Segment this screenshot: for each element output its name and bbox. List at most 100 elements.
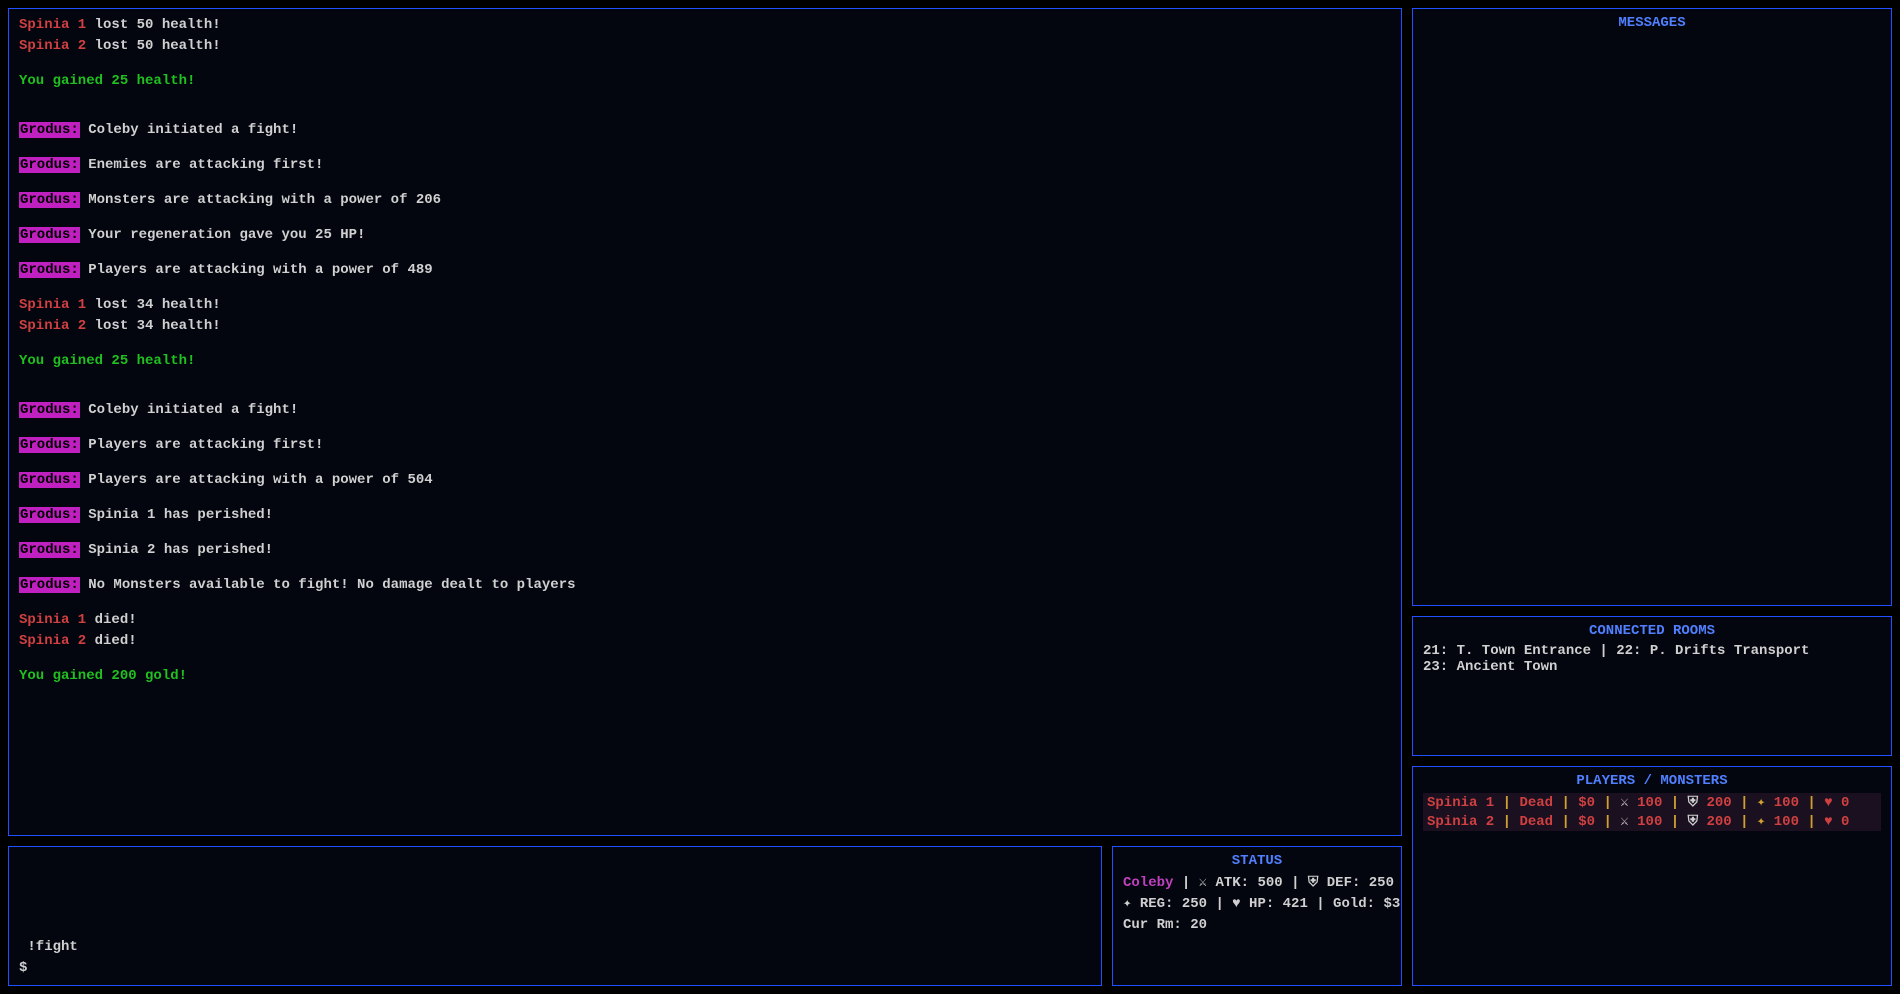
grodus-label: Grodus: xyxy=(19,542,80,558)
log-line: You gained 25 health! xyxy=(19,351,1391,372)
monster-name: Spinia 1 xyxy=(19,612,86,628)
reg-icon: ✦ xyxy=(1757,814,1774,830)
log-spacer xyxy=(19,281,1391,295)
messages-panel[interactable]: MESSAGES xyxy=(1412,8,1892,606)
status-line-3: Cur Rm: 20 xyxy=(1123,915,1391,936)
sep: | xyxy=(1595,814,1620,830)
monster-row: Spinia 2 | Dead | $0 | ⚔ 100 | ⛨ 200 | ✦… xyxy=(1423,812,1881,831)
rooms-line-2: 23: Ancient Town xyxy=(1423,659,1881,675)
def-icon: ⛨ xyxy=(1688,795,1707,811)
log-text: Spinia 1 has perished! xyxy=(80,507,273,523)
log-line: Spinia 1 lost 34 health! xyxy=(19,295,1391,316)
sep: | xyxy=(1799,814,1824,830)
grodus-label: Grodus: xyxy=(19,507,80,523)
monster-name: Spinia 1 xyxy=(19,297,86,313)
log-line: Grodus: Enemies are attacking first! xyxy=(19,155,1391,176)
sep: | xyxy=(1732,795,1757,811)
log-text: Players are attacking with a power of 50… xyxy=(80,472,433,488)
log-line: Grodus: Your regeneration gave you 25 HP… xyxy=(19,225,1391,246)
monster-name: Spinia 1 xyxy=(19,17,86,33)
log-line: Grodus: Players are attacking with a pow… xyxy=(19,470,1391,491)
monster-name: Spinia 2 xyxy=(19,633,86,649)
status-line-2: ✦ REG: 250 | ♥ HP: 421 | Gold: $300 xyxy=(1123,894,1391,915)
grodus-label: Grodus: xyxy=(19,437,80,453)
log-spacer xyxy=(19,211,1391,225)
log-line: Grodus: Spinia 2 has perished! xyxy=(19,540,1391,561)
log-line: Spinia 2 died! xyxy=(19,631,1391,652)
input-panel[interactable]: !fight $ xyxy=(8,846,1102,986)
monster-hp: 0 xyxy=(1841,795,1849,811)
atk-icon: ⚔ xyxy=(1620,814,1637,830)
log-spacer xyxy=(19,526,1391,540)
monster-reg: 100 xyxy=(1774,795,1799,811)
status-atk-def: | ⚔ ATK: 500 | ⛨ DEF: 250 xyxy=(1173,875,1394,891)
prompt[interactable]: $ xyxy=(19,958,1091,979)
sep: | xyxy=(1595,795,1620,811)
log-text: Monsters are attacking with a power of 2… xyxy=(80,192,441,208)
log-spacer xyxy=(19,106,1391,120)
log-text: Coleby initiated a fight! xyxy=(80,122,298,138)
log-text: died! xyxy=(86,633,136,649)
grodus-label: Grodus: xyxy=(19,227,80,243)
log-spacer xyxy=(19,246,1391,260)
log-text: No Monsters available to fight! No damag… xyxy=(80,577,576,593)
log-line: Spinia 1 died! xyxy=(19,610,1391,631)
log-line: Grodus: Coleby initiated a fight! xyxy=(19,400,1391,421)
log-text: died! xyxy=(86,612,136,628)
log-text: lost 34 health! xyxy=(86,318,220,334)
grodus-label: Grodus: xyxy=(19,402,80,418)
hp-icon: ♥ xyxy=(1824,814,1841,830)
monster-hp: 0 xyxy=(1841,814,1849,830)
status-line-1: Coleby | ⚔ ATK: 500 | ⛨ DEF: 250 xyxy=(1123,873,1391,894)
rooms-title: CONNECTED ROOMS xyxy=(1423,623,1881,639)
grodus-label: Grodus: xyxy=(19,157,80,173)
log-text: lost 34 health! xyxy=(86,297,220,313)
combat-log-panel[interactable]: Spinia 1 lost 50 health!Spinia 2 lost 50… xyxy=(8,8,1402,836)
grodus-label: Grodus: xyxy=(19,192,80,208)
rooms-line-1: 21: T. Town Entrance | 22: P. Drifts Tra… xyxy=(1423,643,1881,659)
log-text: Spinia 2 has perished! xyxy=(80,542,273,558)
log-spacer xyxy=(19,386,1391,400)
log-text: Players are attacking first! xyxy=(80,437,324,453)
log-spacer xyxy=(19,421,1391,435)
grodus-label: Grodus: xyxy=(19,122,80,138)
grodus-label: Grodus: xyxy=(19,262,80,278)
monster-name: Spinia 2 xyxy=(1427,814,1494,830)
log-spacer xyxy=(19,92,1391,106)
sep: | xyxy=(1494,814,1519,830)
monster-def: 200 xyxy=(1706,814,1731,830)
log-line: Spinia 2 lost 34 health! xyxy=(19,316,1391,337)
monster-reg: 100 xyxy=(1774,814,1799,830)
sep: | xyxy=(1494,795,1519,811)
log-line: Spinia 2 lost 50 health! xyxy=(19,36,1391,57)
monster-name: Spinia 2 xyxy=(19,318,86,334)
log-line: Grodus: Players are attacking first! xyxy=(19,435,1391,456)
players-title: PLAYERS / MONSTERS xyxy=(1423,773,1881,789)
log-spacer xyxy=(19,141,1391,155)
log-line: You gained 200 gold! xyxy=(19,666,1391,687)
monster-def: 200 xyxy=(1706,795,1731,811)
log-spacer xyxy=(19,491,1391,505)
players-monsters-panel: PLAYERS / MONSTERS Spinia 1 | Dead | $0 … xyxy=(1412,766,1892,986)
atk-icon: ⚔ xyxy=(1620,795,1637,811)
monster-state: Dead xyxy=(1519,795,1553,811)
monster-row: Spinia 1 | Dead | $0 | ⚔ 100 | ⛨ 200 | ✦… xyxy=(1423,793,1881,812)
log-spacer xyxy=(19,596,1391,610)
log-spacer xyxy=(19,57,1391,71)
log-spacer xyxy=(19,372,1391,386)
log-line: You gained 25 health! xyxy=(19,71,1391,92)
log-text: lost 50 health! xyxy=(86,38,220,54)
log-text: Your regeneration gave you 25 HP! xyxy=(80,227,366,243)
log-spacer xyxy=(19,176,1391,190)
log-spacer xyxy=(19,561,1391,575)
monster-state: Dead xyxy=(1519,814,1553,830)
log-line: Grodus: Coleby initiated a fight! xyxy=(19,120,1391,141)
log-line: Grodus: Monsters are attacking with a po… xyxy=(19,190,1391,211)
log-line: Grodus: No Monsters available to fight! … xyxy=(19,575,1391,596)
log-line: Spinia 1 lost 50 health! xyxy=(19,15,1391,36)
hp-icon: ♥ xyxy=(1824,795,1841,811)
sep: | xyxy=(1553,814,1578,830)
reg-icon: ✦ xyxy=(1757,795,1774,811)
log-text: lost 50 health! xyxy=(86,17,220,33)
monster-atk: 100 xyxy=(1637,814,1662,830)
